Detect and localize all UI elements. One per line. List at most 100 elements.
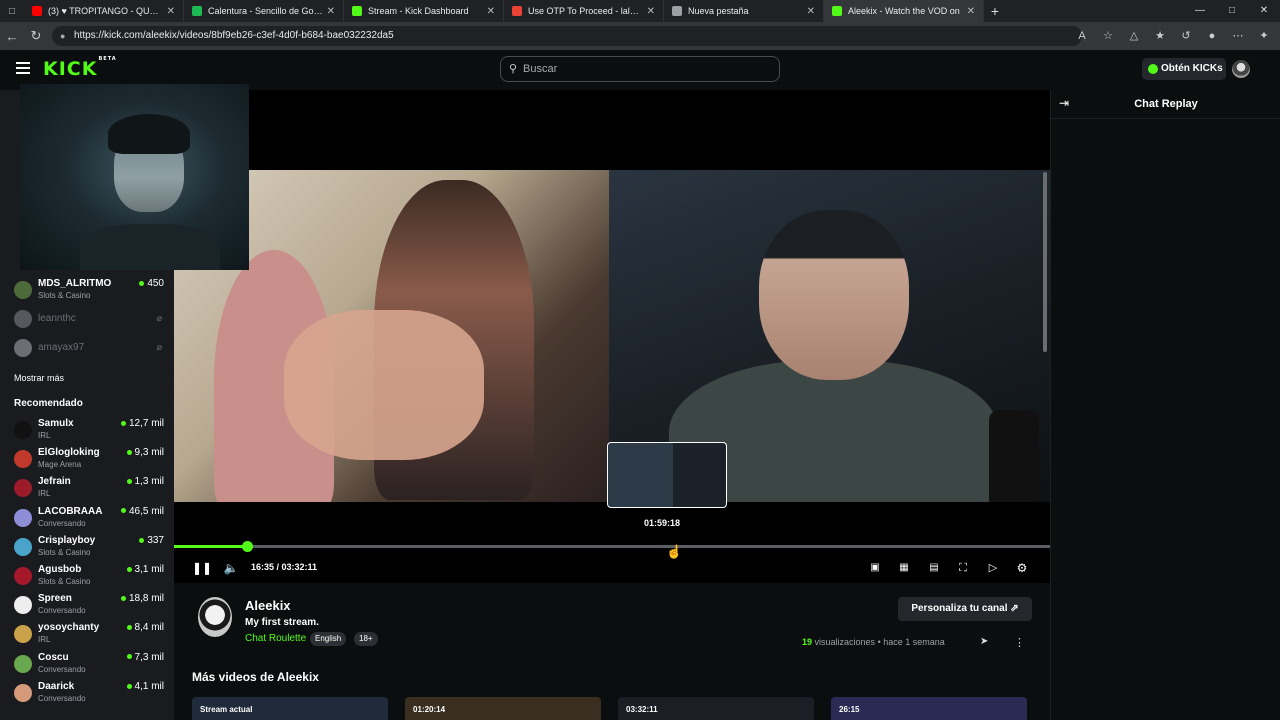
- sidebar-channel-daarick[interactable]: Daarick Conversando 4,1 mil: [14, 680, 164, 708]
- channel-name: amayax97: [38, 342, 85, 353]
- read-aloud-icon[interactable]: A: [1074, 26, 1090, 46]
- browser-tab[interactable]: Calentura - Sencillo de Gonsalez ✕: [184, 0, 344, 22]
- upload-date: hace 1 semana: [883, 637, 945, 647]
- more-options-icon[interactable]: ⋮: [1014, 636, 1025, 649]
- sidebar-channel-lacobraaa[interactable]: LACOBRAAA Conversando 46,5 mil: [14, 505, 164, 533]
- tab-actions-icon[interactable]: □: [0, 6, 24, 17]
- sidebar-channel-samulx[interactable]: Samulx IRL 12,7 mil: [14, 417, 164, 445]
- tab-close-icon[interactable]: ✕: [647, 6, 655, 17]
- share-icon[interactable]: ➤: [980, 636, 988, 647]
- scrollbar[interactable]: [1043, 172, 1047, 352]
- channel-avatar: [14, 450, 32, 469]
- sidebar-channel-mds_alritmo[interactable]: MDS_ALRITMO Slots & Casino 450: [14, 277, 164, 305]
- tab-close-icon[interactable]: ✕: [327, 6, 335, 17]
- menu-icon[interactable]: ⋯: [1230, 26, 1246, 46]
- sidebar-channel-crisplayboy[interactable]: Crisplayboy Slots & Casino 337: [14, 534, 164, 562]
- tab-label: Calentura - Sencillo de Gonsalez: [208, 6, 323, 16]
- address-bar: ← ↻ ● https://kick.com/aleekix/videos/8b…: [0, 22, 1280, 50]
- video-thumbnail[interactable]: 01:20:14: [405, 697, 601, 720]
- history-icon[interactable]: ↺: [1178, 26, 1194, 46]
- settings-gear-icon[interactable]: ⚙: [1013, 559, 1031, 577]
- time-display: 16:35 / 03:32:11: [251, 562, 318, 572]
- tab-favicon-icon: [32, 6, 42, 16]
- channel-avatar: [14, 537, 32, 556]
- menu-hamburger-icon[interactable]: [16, 62, 30, 74]
- url-field[interactable]: ● https://kick.com/aleekix/videos/8bf9eb…: [52, 26, 1082, 46]
- reload-icon[interactable]: ↻: [24, 28, 48, 44]
- browser-tab[interactable]: Nueva pestaña ✕: [664, 0, 824, 22]
- minimize-icon[interactable]: —: [1184, 0, 1216, 22]
- video-thumbnail[interactable]: Stream actual: [192, 697, 388, 720]
- channel-category: IRL: [38, 635, 51, 645]
- live-dot-icon: [126, 683, 132, 689]
- video-thumbnail[interactable]: 26:15: [831, 697, 1027, 720]
- video-player[interactable]: 01:59:18 ☝ ❚❚ 🔈 16:35 / 03:32:11 ▣ ▦ ▤ ⛶…: [174, 90, 1050, 583]
- user-avatar[interactable]: [1232, 60, 1250, 78]
- close-window-icon[interactable]: ✕: [1248, 0, 1280, 22]
- get-kicks-button[interactable]: Obtén KICKs: [1142, 58, 1226, 80]
- channel-name: MDS_ALRITMO: [38, 278, 112, 289]
- channel-category: Slots & Casino: [38, 547, 91, 557]
- sidebar-channel-yosoychanty[interactable]: yosoychanty IRL 8,4 mil: [14, 621, 164, 649]
- sidebar-channel-elglogloking[interactable]: ElGlogloking Mage Arena 9,3 mil: [14, 446, 164, 474]
- sidebar-channel-spreen[interactable]: Spreen Conversando 18,8 mil: [14, 592, 164, 620]
- miniplayer-icon[interactable]: ▣: [866, 559, 884, 577]
- show-more-link[interactable]: Mostrar más: [14, 373, 64, 383]
- sidebar-channel-jefrain[interactable]: Jefrain IRL 1,3 mil: [14, 475, 164, 503]
- favorites-icon[interactable]: ★: [1152, 26, 1168, 46]
- clip-icon[interactable]: ▦: [895, 559, 913, 577]
- kick-logo[interactable]: KICKBETA: [43, 56, 117, 80]
- new-tab-button[interactable]: +: [984, 3, 1006, 19]
- theater-mode-icon[interactable]: ▤: [925, 559, 943, 577]
- channel-avatar[interactable]: [198, 597, 232, 637]
- maximize-icon[interactable]: □: [1216, 0, 1248, 22]
- browser-tab[interactable]: (3) ♥ TROPITANGO - QUE PO ✕: [24, 0, 184, 22]
- live-dot-icon: [120, 420, 126, 426]
- external-link-icon: ⇗: [1010, 603, 1019, 614]
- playback-speed-icon[interactable]: ▷: [984, 559, 1002, 577]
- sidebar-channel-agusbob[interactable]: Agusbob Slots & Casino 3,1 mil: [14, 563, 164, 591]
- tab-close-icon[interactable]: ✕: [487, 6, 495, 17]
- profile-icon[interactable]: ●: [1204, 26, 1220, 46]
- viewer-count: 18,8 mil: [120, 593, 164, 604]
- sidebar-channel-leannthc[interactable]: leannthc ⌀: [14, 306, 164, 334]
- tag-age[interactable]: 18+: [354, 632, 378, 646]
- tag-language[interactable]: English: [310, 632, 347, 646]
- views-count: 19: [802, 637, 813, 647]
- browser-tab[interactable]: Stream - Kick Dashboard ✕: [344, 0, 504, 22]
- seek-bar[interactable]: [174, 541, 1050, 552]
- tab-label: Use OTP To Proceed - lale16162: [528, 6, 643, 16]
- back-icon[interactable]: ←: [0, 29, 24, 44]
- channel-category: Conversando: [38, 664, 86, 674]
- search-input[interactable]: ⚲ Buscar: [500, 56, 780, 82]
- live-dot-icon: [126, 566, 132, 572]
- seek-handle[interactable]: [241, 541, 253, 552]
- video-thumbnail[interactable]: 03:32:11: [618, 697, 814, 720]
- channel-name[interactable]: Aleekix: [245, 598, 291, 613]
- lock-icon: ●: [60, 31, 66, 41]
- category-link[interactable]: Chat Roulette: [245, 633, 306, 644]
- extensions-icon[interactable]: △: [1126, 26, 1142, 46]
- sidebar-channel-coscu[interactable]: Coscu Conversando 7,3 mil: [14, 651, 164, 679]
- tab-close-icon[interactable]: ✕: [167, 6, 175, 17]
- browser-tab[interactable]: Aleekix - Watch the VOD on ✕: [824, 0, 984, 22]
- divider: [1051, 118, 1280, 119]
- tab-close-icon[interactable]: ✕: [807, 6, 815, 17]
- favorite-star-icon[interactable]: ☆: [1100, 26, 1116, 46]
- volume-icon[interactable]: 🔈: [222, 559, 240, 577]
- kicks-icon: [1148, 64, 1158, 74]
- copilot-icon[interactable]: ✦: [1256, 26, 1272, 46]
- channel-avatar: [14, 339, 32, 357]
- customize-channel-button[interactable]: Personaliza tu canal ⇗: [898, 597, 1032, 621]
- chat-panel: ⇥ Chat Replay: [1050, 90, 1280, 720]
- pause-icon[interactable]: ❚❚: [192, 559, 212, 577]
- channel-avatar: [14, 596, 32, 615]
- channel-category: Slots & Casino: [38, 577, 91, 586]
- fullscreen-icon[interactable]: ⛶: [954, 559, 972, 577]
- seek-preview-thumbnail: [607, 442, 727, 508]
- browser-tab[interactable]: Use OTP To Proceed - lale16162 ✕: [504, 0, 664, 22]
- tab-label: (3) ♥ TROPITANGO - QUE PO: [48, 6, 163, 16]
- channel-avatar: [14, 508, 32, 527]
- tab-close-icon[interactable]: ✕: [967, 6, 975, 17]
- sidebar-channel-amayax97[interactable]: amayax97 ⌀: [14, 335, 164, 363]
